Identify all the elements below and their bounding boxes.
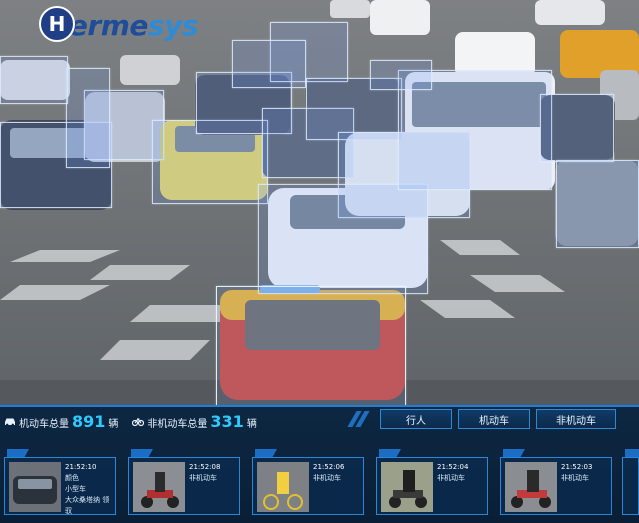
motor-vehicle-stat: 机动车总量 891 辆	[4, 412, 118, 431]
svg-text:H: H	[49, 12, 66, 36]
vehicle-thumbnail	[9, 462, 61, 512]
capture-info: 21:52:06 非机动车	[313, 462, 363, 484]
capture-info: 21:52:08 非机动车	[189, 462, 239, 484]
capture-card[interactable]: 21:52:04 非机动车	[376, 449, 488, 515]
bicycle-thumbnail	[257, 462, 309, 512]
car-icon	[5, 418, 15, 426]
capture-time: 21:52:08	[189, 463, 221, 471]
scooter-thumbnail	[381, 462, 433, 512]
bicycle-icon	[132, 418, 145, 427]
motor-vehicle-label: 机动车总量	[19, 418, 69, 430]
capture-attr: 非机动车	[189, 474, 217, 482]
capture-time: 21:52:03	[561, 463, 593, 471]
statistics-panel: 机动车总量 891 辆 非机动车总量 331 辆 行人 机动车 非机动车 21:…	[0, 405, 639, 523]
tab-pedestrian[interactable]: 行人	[380, 409, 452, 429]
tab-motor-vehicle[interactable]: 机动车	[458, 409, 530, 429]
card-tab-decoration	[255, 449, 277, 457]
scooter-thumbnail	[505, 462, 557, 512]
capture-card[interactable]: 21:52:03 非机动车	[500, 449, 612, 515]
capture-time: 21:52:04	[437, 463, 469, 471]
capture-list: 21:52:10 颜色 小型车 大众桑塔纳 领驭 21:52:08 非机动车 2…	[0, 443, 639, 523]
nonmotor-vehicle-stat: 非机动车总量 331 辆	[132, 411, 257, 431]
card-tab-decoration	[379, 449, 401, 457]
motor-vehicle-count: 891	[72, 411, 106, 431]
capture-time: 21:52:10	[65, 463, 97, 471]
detection-box[interactable]	[370, 60, 432, 90]
capture-attr: 非机动车	[437, 474, 465, 482]
capture-info: 21:52:04 非机动车	[437, 462, 487, 484]
capture-attr: 大众桑塔纳 领驭	[65, 496, 110, 515]
logo-mark-icon: H	[39, 6, 75, 42]
tab-nonmotor-vehicle[interactable]: 非机动车	[536, 409, 616, 429]
scooter-thumbnail	[133, 462, 185, 512]
card-tab-decoration	[7, 449, 29, 457]
brand-logo: H Hermesys	[38, 5, 199, 45]
capture-attr: 小型车	[65, 485, 86, 493]
capture-card-partial[interactable]	[622, 449, 639, 515]
nonmotor-vehicle-unit: 辆	[246, 418, 257, 430]
category-tabs: 行人 机动车 非机动车	[380, 409, 622, 429]
capture-card[interactable]: 21:52:10 颜色 小型车 大众桑塔纳 领驭	[4, 449, 116, 517]
capture-card[interactable]: 21:52:06 非机动车	[252, 449, 364, 515]
detection-box[interactable]	[556, 160, 639, 248]
card-tab-decoration	[131, 449, 153, 457]
capture-time: 21:52:06	[313, 463, 345, 471]
motor-vehicle-unit: 辆	[108, 418, 119, 430]
detection-box[interactable]	[232, 40, 306, 88]
detection-box[interactable]	[66, 68, 110, 168]
card-tab-decoration	[625, 449, 639, 457]
capture-info: 21:52:10 颜色 小型车 大众桑塔纳 领驭	[65, 462, 115, 517]
capture-attr: 颜色	[65, 474, 79, 482]
detection-box[interactable]	[0, 56, 68, 104]
camera-view: H Hermesys	[0, 0, 639, 405]
capture-card[interactable]: 21:52:08 非机动车	[128, 449, 240, 515]
card-tab-decoration	[503, 449, 525, 457]
capture-attr: 非机动车	[561, 474, 589, 482]
detection-box-focused[interactable]	[216, 286, 406, 405]
detection-box[interactable]	[258, 184, 428, 294]
detection-box[interactable]	[540, 94, 614, 162]
nonmotor-vehicle-count: 331	[210, 411, 244, 431]
capture-info: 21:52:03 非机动车	[561, 462, 611, 484]
capture-attr: 非机动车	[313, 474, 341, 482]
nonmotor-vehicle-label: 非机动车总量	[147, 418, 208, 430]
vehicle-stats: 机动车总量 891 辆 非机动车总量 331 辆	[0, 407, 360, 435]
